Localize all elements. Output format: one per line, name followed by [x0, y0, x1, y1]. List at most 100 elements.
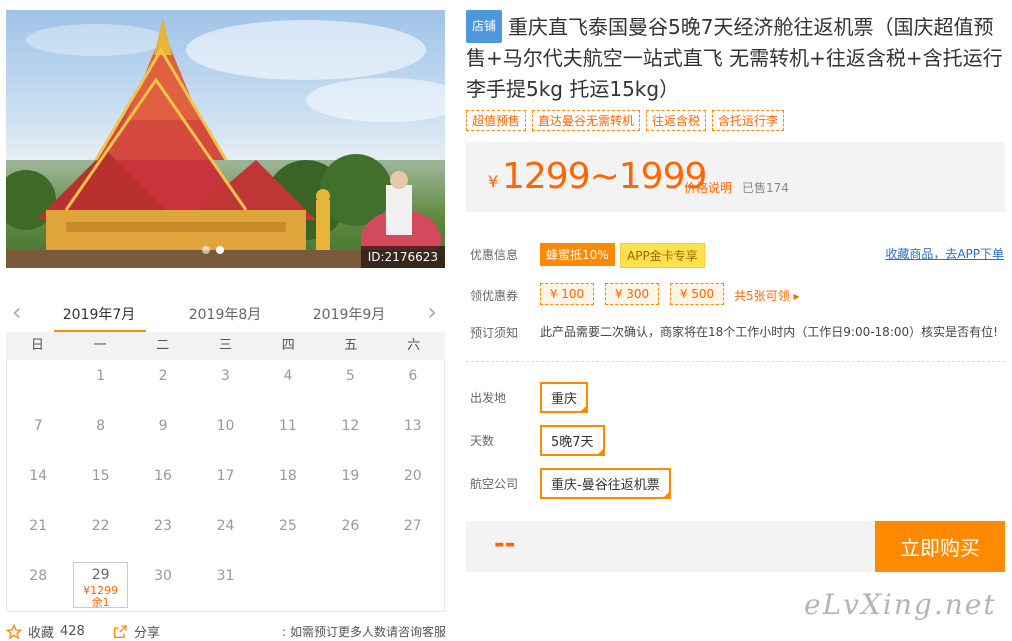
- calendar-day-available[interactable]: 29 ¥1299 余1: [73, 562, 128, 609]
- notice-label: 预订须知: [470, 326, 519, 340]
- calendar-day: 15: [91, 468, 110, 484]
- days-option[interactable]: 5晚7天: [540, 425, 605, 456]
- days-label: 天数: [470, 434, 495, 448]
- notice-text: 此产品需要二次确认，商家将在18个工作小时内（工作日9:00-18:00）核实是…: [540, 325, 998, 339]
- carousel-dots: [202, 246, 224, 254]
- weekday-label: 五: [344, 338, 358, 353]
- total-price: --: [494, 529, 516, 559]
- calendar-empty-cell: [257, 560, 319, 610]
- calendar-day: 13: [403, 418, 422, 434]
- product-photo[interactable]: ID:2176623: [6, 10, 445, 268]
- calendar-day: 30: [154, 568, 172, 584]
- coupon-label: 领优惠券: [470, 289, 519, 303]
- action-bar: 收藏 428 分享 : 如需预订更多人数请咨询客服: [6, 622, 446, 641]
- product-tag: 超值预售: [466, 110, 527, 131]
- calendar-empty-cell: [7, 360, 69, 410]
- carousel-dot[interactable]: [202, 246, 210, 254]
- calendar-day: 10: [216, 418, 235, 434]
- airline-option[interactable]: 重庆-曼谷往返机票: [540, 468, 671, 499]
- price-panel: ¥ 1299~1999 价格说明 已售174: [466, 142, 1005, 212]
- product-title: 店铺 重庆直飞泰国曼谷5晚7天经济舱往返机票（国庆超值预售+马尔代夫航空一站式直飞…: [466, 10, 1006, 105]
- calendar-day-number: 29: [91, 567, 110, 583]
- section-divider: [466, 361, 1005, 362]
- calendar-day: 20: [403, 468, 422, 484]
- calendar-day: 28: [29, 568, 48, 584]
- favorite-app-link[interactable]: 收藏商品，去APP下单: [885, 245, 1004, 262]
- calendar-day: 12: [341, 418, 360, 434]
- tab-month-sep[interactable]: 2019年9月: [304, 304, 394, 324]
- favorite-label: 收藏: [28, 626, 55, 641]
- product-tag: 含托运行李: [712, 110, 785, 131]
- chevron-left-icon[interactable]: ‹: [12, 300, 22, 324]
- calendar-day: 27: [403, 518, 422, 534]
- departure-label: 出发地: [470, 391, 507, 405]
- favorite-count: 428: [60, 624, 85, 639]
- temple-illustration: [6, 18, 445, 268]
- product-title-area: 店铺 重庆直飞泰国曼谷5晚7天经济舱往返机票（国庆超值预售+马尔代夫航空一站式直飞…: [466, 10, 1006, 105]
- product-title-text: 重庆直飞泰国曼谷5晚7天经济舱往返机票（国庆超值预售+马尔代夫航空一站式直飞 无…: [466, 15, 1003, 101]
- airline-label: 航空公司: [470, 477, 519, 491]
- calendar-day: 21: [29, 518, 48, 534]
- calendar-weekdays: 日 一 二 三 四 五 六: [6, 332, 445, 360]
- booking-tip-text: 如需预订更多人数请咨询客服: [289, 625, 446, 639]
- all-coupons-link[interactable]: 共5张可领 ▸: [734, 287, 799, 304]
- calendar-day: 2: [158, 368, 168, 384]
- calendar-day: 31: [216, 568, 235, 584]
- calendar-empty-cell: [382, 560, 444, 610]
- calendar-day: 19: [341, 468, 360, 484]
- share-icon: [114, 624, 127, 638]
- calendar-empty-cell: [319, 560, 381, 610]
- weekday-label: 六: [407, 338, 421, 353]
- weekday-label: 三: [218, 338, 232, 353]
- photo-id-label: ID:2176623: [360, 246, 445, 268]
- favorite-button[interactable]: 收藏 428: [6, 622, 85, 641]
- share-label: 分享: [134, 626, 161, 641]
- price-currency: ¥: [488, 172, 499, 191]
- weekday-label: 二: [156, 338, 170, 353]
- sold-count: 已售174: [742, 181, 789, 195]
- calendar-day: 25: [279, 518, 297, 534]
- share-button[interactable]: 分享: [112, 622, 160, 641]
- honey-discount-badge: 蜂蜜抵10%: [540, 243, 615, 266]
- calendar-day: 5: [345, 368, 355, 384]
- calendar-day: 9: [158, 418, 168, 434]
- calendar-day: 11: [279, 418, 297, 434]
- calendar-day: 23: [154, 518, 172, 534]
- weekday-label: 日: [30, 338, 44, 353]
- coupon-300[interactable]: ¥ 300: [605, 283, 659, 305]
- promo-label: 优惠信息: [470, 248, 519, 262]
- price-explain-link[interactable]: 价格说明: [684, 179, 732, 196]
- calendar-day-stock: 余1: [91, 596, 110, 609]
- carousel-dot-active[interactable]: [216, 246, 224, 254]
- calendar-month-tabs: ‹ 2019年7月 2019年8月 2019年9月 ›: [6, 296, 445, 332]
- weekday-label: 一: [93, 338, 107, 353]
- calendar-day: 26: [341, 518, 360, 534]
- tab-month-jul[interactable]: 2019年7月: [54, 304, 144, 324]
- calendar-day: 22: [91, 518, 110, 534]
- coupon-100[interactable]: ¥ 100: [540, 283, 594, 305]
- price-range: 1299~1999: [502, 156, 707, 197]
- calendar-day: 1: [96, 368, 106, 384]
- calendar-day: 17: [216, 468, 235, 484]
- calendar-day: 4: [283, 368, 293, 384]
- app-gold-card-badge: APP金卡专享: [620, 243, 705, 268]
- star-icon: [6, 623, 22, 639]
- departure-option[interactable]: 重庆: [540, 382, 589, 413]
- product-tag: 往返含税: [646, 110, 707, 131]
- chevron-right-icon[interactable]: ›: [427, 300, 437, 324]
- product-tag: 直达曼谷无需转机: [532, 110, 641, 131]
- calendar-day: 6: [408, 368, 418, 384]
- tab-month-aug[interactable]: 2019年8月: [180, 304, 270, 324]
- calendar-day: 18: [279, 468, 297, 484]
- buy-now-button[interactable]: 立即购买: [875, 521, 1005, 572]
- calendar-day: 3: [221, 368, 230, 384]
- product-tags: 超值预售 直达曼谷无需转机 往返含税 含托运行李: [466, 110, 785, 131]
- booking-tip: : 如需预订更多人数请咨询客服: [282, 625, 446, 639]
- calendar-day: 8: [96, 418, 106, 434]
- calendar-day: 24: [216, 518, 235, 534]
- calendar-day: 16: [154, 468, 172, 484]
- calendar-grid: 1 2 3 4 5 6 7 8 9 10 11 12 13 14 15 16 17 18 19 20 21 22 23 24 2…: [6, 360, 445, 612]
- coupon-500[interactable]: ¥ 500: [670, 283, 724, 305]
- shop-badge[interactable]: 店铺: [466, 10, 503, 43]
- calendar-day: 14: [29, 468, 48, 484]
